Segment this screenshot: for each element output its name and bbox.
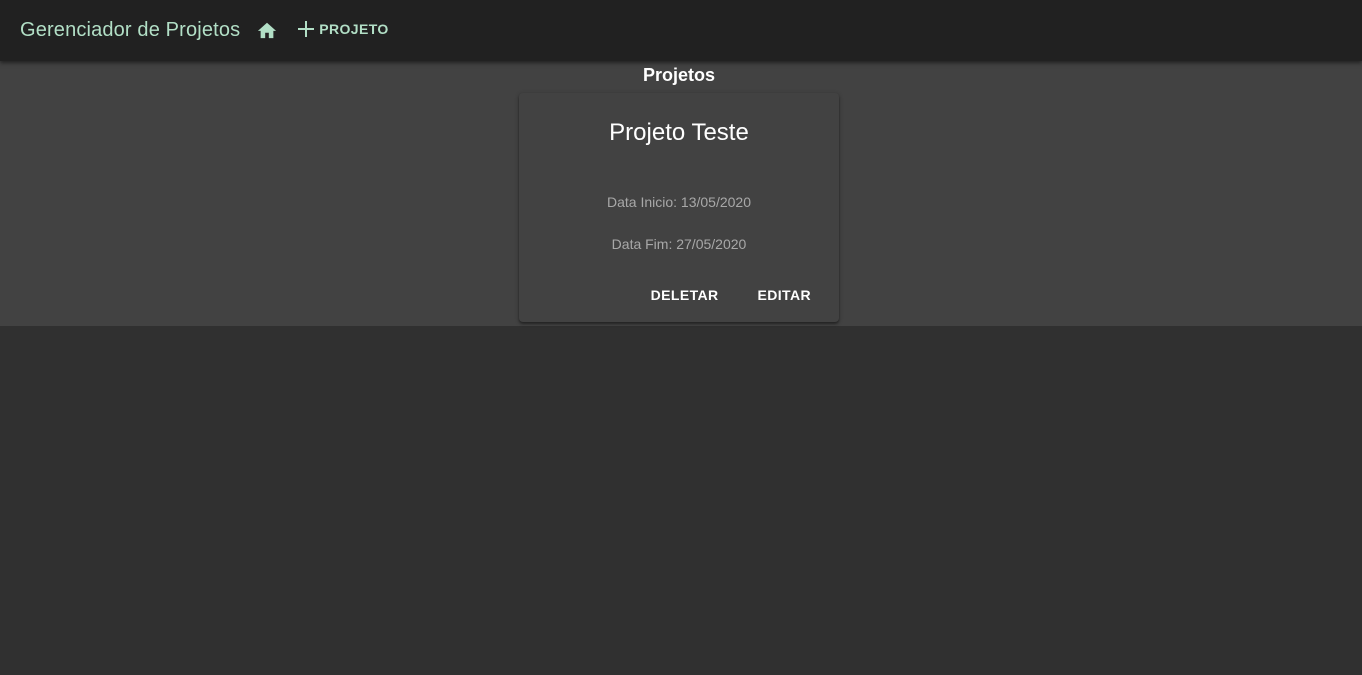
card-actions: DELETAR EDITAR: [651, 287, 811, 303]
app-bar: Gerenciador de Projetos PROJETO: [0, 0, 1362, 61]
project-start-date: Data Inicio: 13/05/2020: [607, 194, 751, 210]
project-card: Projeto Teste Data Inicio: 13/05/2020 Da…: [519, 93, 839, 322]
new-project-label: PROJETO: [319, 20, 389, 37]
project-end-date: Data Fim: 27/05/2020: [611, 236, 747, 252]
page-title: Projetos: [642, 65, 716, 85]
delete-button[interactable]: DELETAR: [651, 287, 719, 303]
home-icon: [258, 22, 277, 38]
home-button[interactable]: [255, 18, 279, 42]
main-content: Projetos Projeto Teste Data Inicio: 13/0…: [0, 61, 1362, 326]
new-project-button[interactable]: PROJETO: [297, 20, 388, 38]
plus-icon: [297, 20, 315, 38]
app-title[interactable]: Gerenciador de Projetos: [20, 19, 240, 42]
project-name: Projeto Teste: [609, 119, 749, 146]
edit-button[interactable]: EDITAR: [758, 287, 811, 303]
